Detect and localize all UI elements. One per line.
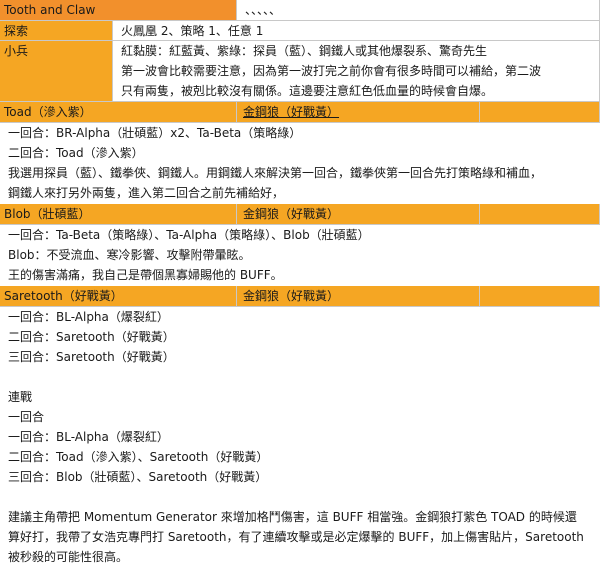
title-row: Tooth and Claw 、、、、、 — [0, 0, 600, 21]
toad-header-cell: Toad（滲入紫） — [0, 102, 237, 123]
minion-row: 小兵 紅黏膜：紅藍黃、紫綠：探員（藍）、鋼鐵人或其他爆裂系、驚奇先生 第一波會比… — [0, 41, 600, 102]
blob-header-row: Blob（壯碩藍） 金鋼狼（好戰黃） — [0, 204, 600, 225]
title-cell: Tooth and Claw — [0, 0, 237, 21]
blob-empty-cell — [480, 204, 600, 225]
saretooth-rival: 金鋼狼（好戰黃） — [243, 289, 340, 303]
saretooth-line: 二回合：Saretooth（好戰黃） — [8, 330, 175, 344]
toad-header: Toad（滲入紫） — [4, 105, 92, 119]
toad-header-row: Toad（滲入紫） 金鋼狼（好戰黃） — [0, 102, 600, 123]
scout-value: 火鳳凰 2、策略 1、任意 1 — [121, 24, 264, 38]
blob-rival-cell: 金鋼狼（好戰黃） — [237, 204, 480, 225]
toad-empty-cell — [480, 102, 600, 123]
toad-rival-cell: 金鋼狼（好戰黃） — [237, 102, 480, 123]
saretooth-line: 三回合：Saretooth（好戰黃） — [8, 350, 175, 364]
toad-line: 鋼鐵人來打另外兩隻，進入第二回合之前先補給好， — [8, 186, 285, 200]
toad-line: 我選用探員（藍）、鐵拳俠、鋼鐵人。用鋼鐵人來解決第一回合，鐵拳俠第一回合先打策略… — [8, 166, 543, 180]
minion-label-cell: 小兵 — [0, 41, 113, 102]
scout-label-cell: 探索 — [0, 21, 113, 41]
scout-value-cell: 火鳳凰 2、策略 1、任意 1 — [113, 21, 600, 41]
advice-line: 被秒殺的可能性很高。 — [8, 550, 129, 564]
blob-line: 王的傷害滿痛，我自己是帶個黑寡婦賜他的 BUFF。 — [8, 268, 283, 282]
scout-label: 探索 — [4, 24, 29, 38]
blob-header-cell: Blob（壯碩藍） — [0, 204, 237, 225]
streak-line: 一回合：BL-Alpha（爆裂紅） — [8, 430, 169, 444]
toad-line: 二回合：Toad（滲入紫） — [8, 146, 144, 160]
document-title: Tooth and Claw — [4, 3, 96, 17]
saretooth-header-cell: Saretooth（好戰黃） — [0, 286, 237, 307]
streak-section: 連戰 一回合 一回合：BL-Alpha（爆裂紅） 二回合：Toad（滲入紫）、S… — [0, 387, 600, 492]
saretooth-rival-cell: 金鋼狼（好戰黃） — [237, 286, 480, 307]
minion-line: 只有兩隻，被剋比較沒有關係。這邊要注意紅色低血量的時候會自爆。 — [121, 84, 494, 98]
blob-rival: 金鋼狼（好戰黃） — [243, 207, 340, 221]
streak-line: 三回合：Blob（壯碩藍）、Saretooth（好戰黃） — [8, 470, 268, 484]
saretooth-empty-cell — [480, 286, 600, 307]
toad-body: 一回合：BR-Alpha（壯碩藍）x2、Ta-Beta（策略綠） 二回合：Toa… — [0, 123, 600, 204]
scout-row: 探索 火鳳凰 2、策略 1、任意 1 — [0, 21, 600, 41]
streak-line: 一回合 — [8, 410, 45, 424]
minion-line: 紅黏膜：紅藍黃、紫綠：探員（藍）、鋼鐵人或其他爆裂系、驚奇先生 — [121, 44, 488, 58]
strategy-document: Tooth and Claw 、、、、、 探索 火鳳凰 2、策略 1、任意 1 … — [0, 0, 600, 568]
saretooth-header-row: Saretooth（好戰黃） 金鋼狼（好戰黃） — [0, 286, 600, 307]
toad-rival: 金鋼狼（好戰黃） — [243, 105, 340, 119]
minion-line: 第一波會比較需要注意，因為第一波打完之前你會有很多時間可以補給，第二波 — [121, 64, 542, 78]
saretooth-header: Saretooth（好戰黃） — [4, 289, 123, 303]
streak-line: 二回合：Toad（滲入紫）、Saretooth（好戰黃） — [8, 450, 269, 464]
blob-line: Blob：不受流血、寒冷影響、攻擊附帶暈眩。 — [8, 248, 251, 262]
title-dots-cell: 、、、、、 — [237, 0, 600, 21]
saretooth-body: 一回合：BL-Alpha（爆裂紅） 二回合：Saretooth（好戰黃） 三回合… — [0, 307, 600, 367]
saretooth-line: 一回合：BL-Alpha（爆裂紅） — [8, 310, 169, 324]
toad-line: 一回合：BR-Alpha（壯碩藍）x2、Ta-Beta（策略綠） — [8, 126, 302, 140]
blob-line: 一回合：Ta-Beta（策略綠）、Ta-Alpha（策略綠）、Blob（壯碩藍） — [8, 228, 370, 242]
streak-title: 連戰 — [8, 390, 33, 404]
advice-line: 算好打，我帶了女浩克專門打 Saretooth，有了連續攻擊或是必定爆擊的 BU… — [8, 530, 584, 544]
minion-label: 小兵 — [4, 44, 29, 58]
minion-value-cell: 紅黏膜：紅藍黃、紫綠：探員（藍）、鋼鐵人或其他爆裂系、驚奇先生 第一波會比較需要… — [113, 41, 600, 102]
blob-header: Blob（壯碩藍） — [4, 207, 91, 221]
advice-line: 建議主角帶把 Momentum Generator 來增加格鬥傷害，這 BUFF… — [8, 510, 577, 524]
advice-note: 建議主角帶把 Momentum Generator 來增加格鬥傷害，這 BUFF… — [0, 507, 600, 568]
title-dots: 、、、、、 — [245, 3, 282, 17]
blob-body: 一回合：Ta-Beta（策略綠）、Ta-Alpha（策略綠）、Blob（壯碩藍）… — [0, 225, 600, 286]
